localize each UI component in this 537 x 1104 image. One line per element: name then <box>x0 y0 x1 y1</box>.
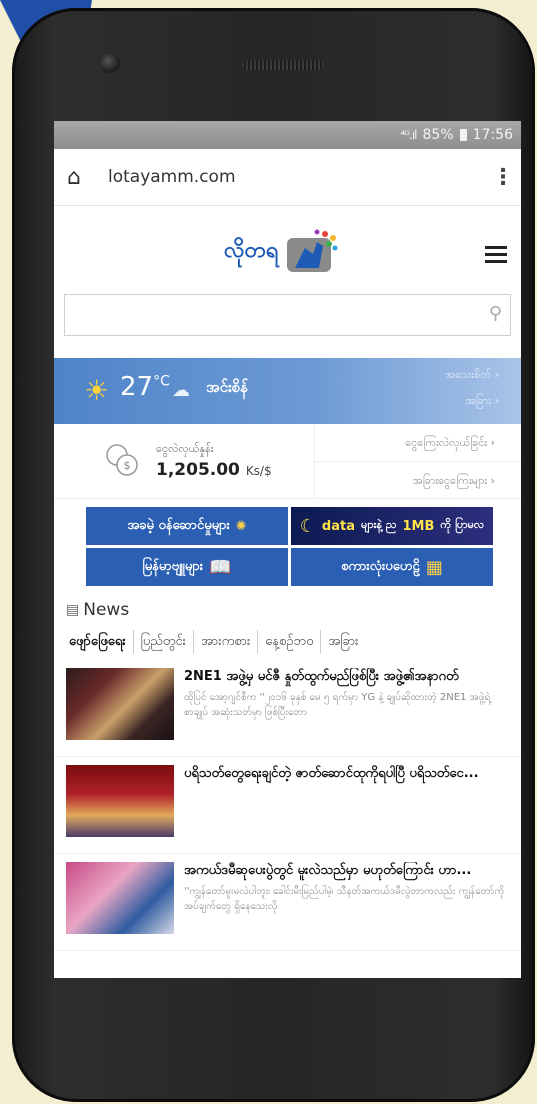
tab-entertainment[interactable]: ဖျော်ဖြေရေး <box>62 630 134 654</box>
logo-text: လိုတရ <box>224 237 279 263</box>
news-item[interactable]: 2NE1 အဖွဲ့မှ မင်ဇီ နှုတ်ထွက်မည်ဖြစ်ပြီး … <box>54 668 521 757</box>
news-list: 2NE1 အဖွဲ့မှ မင်ဇီ နှုတ်ထွက်မည်ဖြစ်ပြီး … <box>54 668 521 951</box>
moon-icon: ☾ <box>299 515 316 537</box>
other-currencies-link[interactable]: အခြားငွေကြေးများ › <box>315 461 521 499</box>
news-thumbnail[interactable] <box>66 765 174 837</box>
crossword-icon: ▦ <box>425 556 443 578</box>
news-title[interactable]: အကယ်ဒမီဆုပေးပွဲတွင် မူးလဲသည်မှာ မဟုတ်ကြေ… <box>184 862 513 881</box>
logo-hand-icon <box>286 229 338 272</box>
newspaper-icon: ▤ <box>66 602 80 618</box>
exchange-rate-value: 1,205.00 Ks/$ <box>156 460 272 480</box>
weather-details-link[interactable]: အသေးစိတ် › <box>445 368 499 384</box>
sun-icon: ☀ <box>84 374 110 407</box>
battery-percent: 85% <box>422 127 454 143</box>
weather-city: အင်းစိန် <box>206 378 249 396</box>
overflow-menu-icon[interactable]: ⋮ <box>485 165 521 190</box>
front-camera <box>100 53 120 73</box>
currency-widget: $ ငွေလဲလှယ်နှုန်း 1,205.00 Ks/$ ငွေကြေးလ… <box>54 424 521 499</box>
news-snippet: ထိုပြင် အော့ဂျင်စီက ''၂၀၁၆ ခုနှစ် မေ ၅ ရ… <box>184 692 491 718</box>
hamburger-menu-icon[interactable] <box>485 246 507 267</box>
temperature: 27°C <box>120 372 170 402</box>
home-icon[interactable]: ⌂ <box>54 165 94 190</box>
tab-local[interactable]: ပြည်တွင်း <box>134 630 194 654</box>
weather-widget: ☀ 27°C ☁ အင်းစိန် အသေးစိတ် › အခြား › <box>54 358 521 424</box>
url-field[interactable]: lotayamm.com <box>94 167 485 187</box>
exchange-rate-label: ငွေလဲလှယ်နှုန်း <box>156 442 214 455</box>
weather-other-link[interactable]: အခြား › <box>466 394 499 410</box>
free-services-banner[interactable]: အခမဲ့ ဝန်ဆောင်မှုများ ✺ <box>86 507 288 545</box>
earpiece-speaker <box>242 60 324 70</box>
services-icon: ✺ <box>235 518 247 534</box>
news-section-header: ▤ News <box>66 600 521 620</box>
signal-icon: ⁴ᴳ.ıl <box>400 128 417 142</box>
site-header: လိုတရ <box>54 206 521 294</box>
search-icon[interactable]: ⚲ <box>489 303 502 324</box>
promo-banners: အခမဲ့ ဝန်ဆောင်မှုများ ✺ ☾ data များနဲ့ ည… <box>86 507 493 586</box>
tab-other[interactable]: အခြား <box>321 630 365 654</box>
news-tabs: ဖျော်ဖြေရေး ပြည်တွင်း အားကစား နေ့စဉ်ဘဝ အ… <box>62 630 515 654</box>
book-icon: 📖 <box>209 556 232 578</box>
crossword-banner[interactable]: စကားလုံးပဟေဠိ ▦ <box>291 548 493 586</box>
news-heading: News <box>83 600 130 620</box>
cloud-icon: ☁ <box>172 380 190 401</box>
search-input[interactable] <box>65 295 510 335</box>
site-logo[interactable]: လိုတရ <box>224 228 339 274</box>
currency-exchange-icon: $ <box>106 444 138 476</box>
news-thumbnail[interactable] <box>66 668 174 740</box>
phone-frame: ⁴ᴳ.ıl 85% 17:56 ⌂ lotayamm.com ⋮ လိုတရ ⚲… <box>12 8 535 1102</box>
news-item[interactable]: ပရိသတ်တွေရေးချင်တဲ့ ဇာတ်ဆောင်ထုကိုရပါပြီ… <box>54 765 521 854</box>
currency-exchange-link[interactable]: ငွေကြေးလဲလှယ်ခြင်း › <box>315 424 521 461</box>
myanmar-songs-banner[interactable]: မြန်မာ့ဗျူများ 📖 <box>86 548 288 586</box>
news-thumbnail[interactable] <box>66 862 174 934</box>
browser-url-bar: ⌂ lotayamm.com ⋮ <box>54 149 521 206</box>
tab-daily-life[interactable]: နေ့စဉ်ဘဝ <box>258 630 322 654</box>
news-snippet: ''ကျွန်တော်မူးမလဲပါဘူး၊ ခေါင်းမီးမြည်ပါမ… <box>184 886 505 912</box>
search-box: ⚲ <box>64 294 511 336</box>
news-title[interactable]: ပရိသတ်တွေရေးချင်တဲ့ ဇာတ်ဆောင်ထုကိုရပါပြီ… <box>184 765 513 784</box>
currency-links: ငွေကြေးလဲလှယ်ခြင်း › အခြားငွေကြေးများ › <box>314 424 521 498</box>
data-promo-banner[interactable]: ☾ data များနဲ့ ည 1MB ကို ပြာမလ <box>291 507 493 545</box>
status-bar: ⁴ᴳ.ıl 85% 17:56 <box>54 121 521 149</box>
tab-sports[interactable]: အားကစား <box>194 630 259 654</box>
news-item[interactable]: အကယ်ဒမီဆုပေးပွဲတွင် မူးလဲသည်မှာ မဟုတ်ကြေ… <box>54 862 521 951</box>
clock: 17:56 <box>472 127 513 143</box>
battery-icon <box>459 129 467 141</box>
svg-text:$: $ <box>124 459 131 472</box>
phone-screen: ⁴ᴳ.ıl 85% 17:56 ⌂ lotayamm.com ⋮ လိုတရ ⚲… <box>54 121 521 978</box>
news-title[interactable]: 2NE1 အဖွဲ့မှ မင်ဇီ နှုတ်ထွက်မည်ဖြစ်ပြီး … <box>184 668 513 687</box>
